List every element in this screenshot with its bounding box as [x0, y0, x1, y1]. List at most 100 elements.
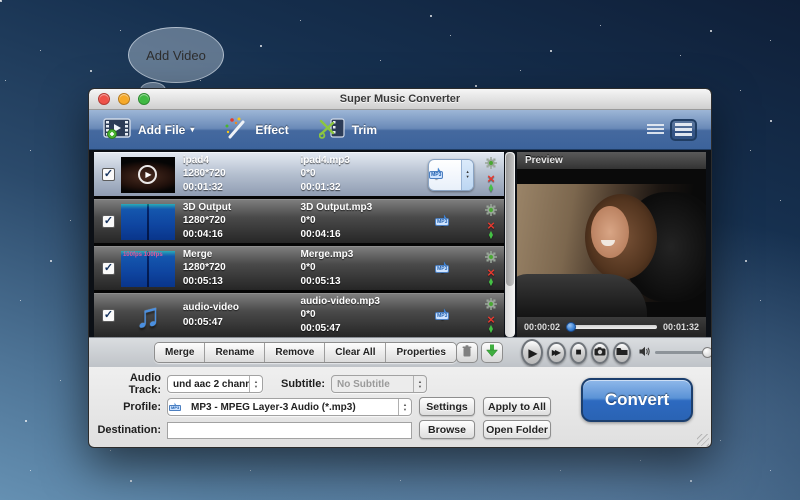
convert-button[interactable]: Convert [581, 378, 693, 422]
stop-button[interactable]: ■ [570, 342, 588, 364]
snapshot-button[interactable] [591, 342, 609, 364]
play-button[interactable]: ▶ [521, 339, 543, 366]
file-row[interactable]: ✓ ▶ ipad4 1280*720 00:01:32 ipad4.mp3 0*… [94, 152, 504, 196]
format-select-button[interactable]: ♪MP3 ▲▼ [428, 159, 474, 191]
preview-panel: Preview 00:00:02 00:01:32 [517, 152, 706, 337]
file-duration: 00:05:47 [183, 317, 301, 330]
chevron-down-icon: ▾ [190, 125, 194, 134]
reorder-arrows-icon[interactable]: ▲▼ [488, 185, 495, 193]
film-add-icon [103, 117, 131, 142]
magic-wand-icon [224, 117, 248, 142]
resize-grip[interactable] [697, 434, 709, 446]
reorder-arrows-icon[interactable]: ▲▼ [488, 232, 495, 240]
check-icon: ✓ [104, 310, 113, 321]
fast-forward-icon: ▶▶ [552, 348, 558, 357]
list-action-buttons: Merge Rename Remove Clear All Properties [154, 342, 457, 363]
check-icon: ✓ [104, 169, 113, 180]
output-info: ipad4.mp3 0*0 00:01:32 [301, 155, 421, 195]
output-name: ipad4.mp3 [301, 155, 421, 168]
output-resolution: 0*0 [301, 262, 421, 275]
trim-button[interactable]: Trim [319, 117, 377, 142]
open-folder-button[interactable]: Open Folder [483, 420, 551, 439]
output-name: audio-video.mp3 [301, 296, 421, 309]
file-list: ✓ ▶ ipad4 1280*720 00:01:32 ipad4.mp3 0*… [94, 152, 504, 337]
add-video-callout-bubble: Add Video [128, 27, 224, 83]
detail-view-icon [675, 123, 692, 136]
mp3-format-icon[interactable]: ♪MP3 [439, 257, 463, 281]
file-duration: 00:04:16 [183, 229, 301, 242]
mp3-format-icon: ♪MP3 [433, 163, 457, 187]
file-row[interactable]: ✓ Merge 1280*720 00:05:13 Merge.mp3 0*0 … [94, 246, 504, 290]
remove-button[interactable]: Remove [265, 343, 325, 362]
properties-button[interactable]: Properties [386, 343, 455, 362]
clear-all-button[interactable]: Clear All [325, 343, 386, 362]
video-thumbnail [121, 251, 175, 287]
volume-control [639, 344, 711, 362]
output-duration: 00:05:47 [301, 323, 421, 336]
source-info: 3D Output 1280*720 00:04:16 [183, 202, 301, 242]
file-row[interactable]: ✓ 3D Output 1280*720 00:04:16 3D Output.… [94, 199, 504, 243]
effect-button[interactable]: Effect [224, 117, 288, 142]
check-icon: ✓ [104, 263, 113, 274]
stop-icon: ■ [575, 347, 581, 358]
seek-track[interactable] [566, 325, 657, 329]
fast-forward-button[interactable]: ▶▶ [547, 342, 566, 364]
play-icon: ▶ [528, 346, 537, 360]
browse-button[interactable]: Browse [419, 420, 475, 439]
file-row[interactable]: ✓ ♫ audio-video 00:05:47 audio-video.mp3… [94, 293, 504, 337]
window-title: Super Music Converter [89, 93, 711, 105]
row-checkbox[interactable]: ✓ [102, 309, 115, 322]
trash-icon [462, 344, 472, 362]
profile-select[interactable]: ♪MP3 MP3 - MPEG Layer-3 Audio (*.mp3) ▲▼ [167, 398, 412, 416]
row-checkbox[interactable]: ✓ [102, 215, 115, 228]
preview-title: Preview [517, 152, 706, 169]
mp3-format-icon[interactable]: ♪MP3 [439, 304, 463, 328]
detail-view-button-selected[interactable] [670, 119, 697, 141]
format-stepper[interactable]: ▲▼ [461, 160, 473, 190]
volume-slider[interactable] [655, 351, 711, 354]
row-checkbox[interactable]: ✓ [102, 168, 115, 181]
output-settings-panel: Audio Track: und aac 2 channels ▲▼ Subti… [89, 367, 711, 448]
output-duration: 00:05:13 [301, 276, 421, 289]
view-toggle [647, 119, 697, 141]
preview-video [517, 169, 706, 317]
settings-button[interactable]: Settings [419, 397, 475, 416]
file-name: ipad4 [183, 155, 301, 168]
destination-input[interactable] [167, 422, 412, 439]
merge-button[interactable]: Merge [155, 343, 205, 362]
list-view-icon[interactable] [647, 124, 664, 136]
file-name: 3D Output [183, 202, 301, 215]
mp3-format-icon[interactable]: ♪MP3 [439, 210, 463, 234]
apply-to-all-button[interactable]: Apply to All [483, 397, 551, 416]
video-thumbnail: ▶ [121, 157, 175, 193]
audio-track-select[interactable]: und aac 2 channels ▲▼ [167, 375, 263, 393]
reorder-arrows-icon[interactable]: ▲▼ [488, 279, 495, 287]
source-info: Merge 1280*720 00:05:13 [183, 249, 301, 289]
scrollbar-thumb[interactable] [506, 153, 514, 286]
folder-icon [616, 347, 628, 358]
rename-button[interactable]: Rename [205, 343, 265, 362]
add-file-button[interactable]: Add File ▾ [103, 117, 194, 142]
row-checkbox[interactable]: ✓ [102, 262, 115, 275]
app-window: Super Music Converter Add File ▾ [88, 88, 712, 448]
callout-label: Add Video [146, 48, 206, 63]
toolbar: Add File ▾ Effect [89, 110, 711, 150]
file-duration: 00:01:32 [183, 182, 301, 195]
camera-icon [594, 347, 606, 358]
reorder-arrows-icon[interactable]: ▲▼ [488, 326, 495, 334]
check-icon: ✓ [104, 216, 113, 227]
video-frame [517, 184, 706, 302]
seek-knob[interactable] [566, 322, 576, 332]
audio-thumbnail: ♫ [121, 298, 175, 334]
seek-bar: 00:00:02 00:01:32 [517, 317, 706, 337]
file-resolution: 1280*720 [183, 168, 301, 181]
scissors-icon [319, 117, 345, 142]
open-output-button[interactable] [613, 342, 631, 364]
trash-button[interactable] [456, 342, 478, 363]
output-duration: 00:04:16 [301, 229, 421, 242]
volume-knob[interactable] [702, 347, 712, 358]
video-thumbnail [121, 204, 175, 240]
file-list-scrollbar[interactable] [505, 152, 515, 337]
effect-label: Effect [255, 123, 288, 137]
download-button[interactable] [481, 342, 503, 363]
